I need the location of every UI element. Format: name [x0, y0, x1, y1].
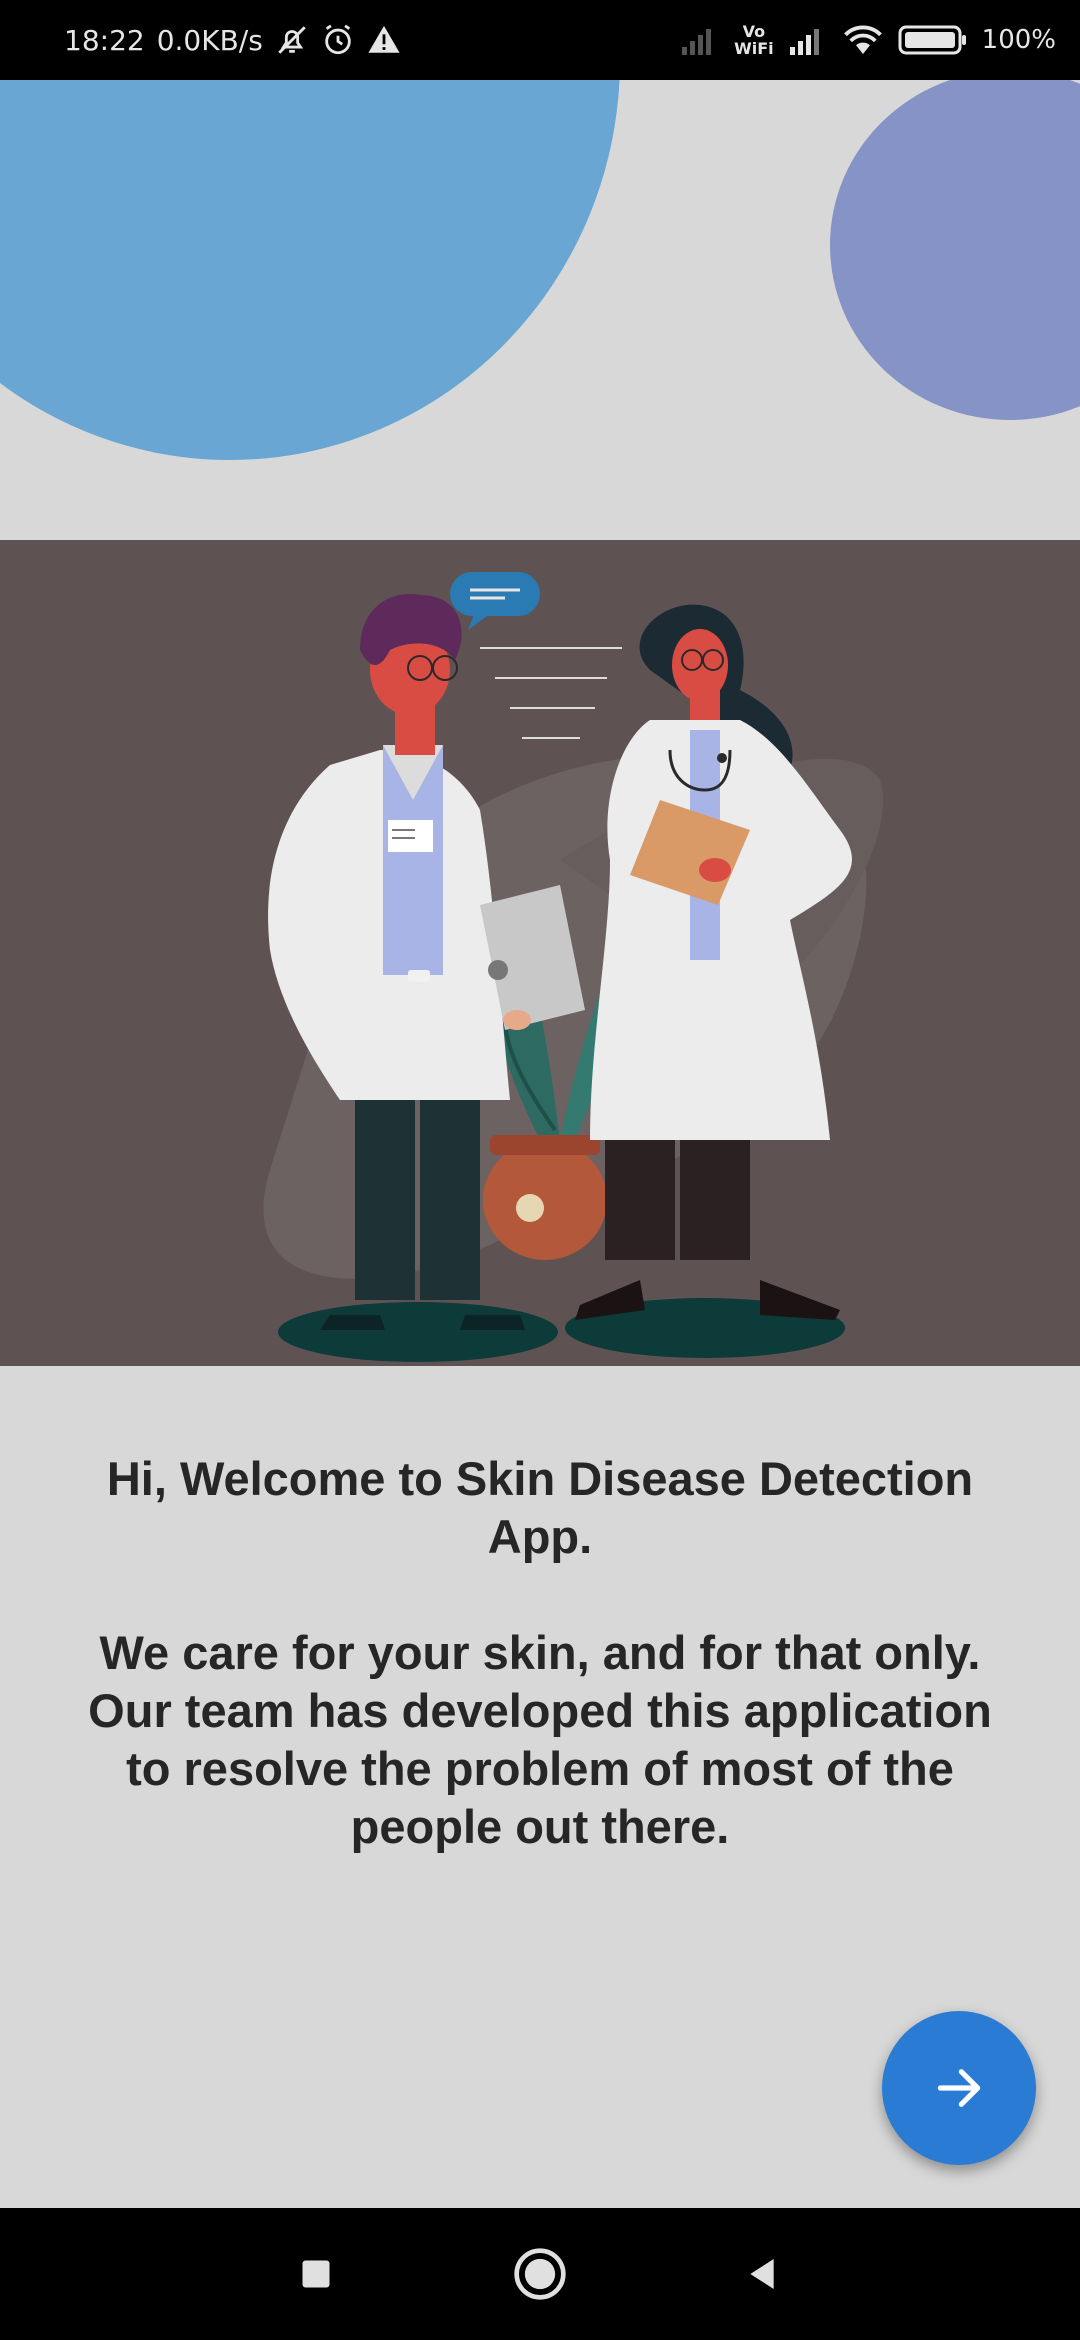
recents-square-icon [302, 2260, 330, 2288]
status-time: 18:22 [64, 23, 145, 57]
welcome-text: Hi, Welcome to Skin Disease Detection Ap… [70, 1450, 1010, 1856]
decorative-purple-circle [830, 80, 1080, 420]
back-triangle-icon [750, 2259, 774, 2289]
welcome-screen: Hi, Welcome to Skin Disease Detection Ap… [0, 80, 1080, 2208]
warning-icon [367, 23, 401, 57]
decorative-blue-circle [0, 80, 620, 460]
next-button[interactable] [882, 2011, 1036, 2165]
status-bar: 18:22 0.0KB/s Vo WiFi 100% [0, 0, 1080, 80]
battery-percent: 100% [981, 25, 1056, 55]
welcome-title: Hi, Welcome to Skin Disease Detection Ap… [106, 1452, 974, 1563]
signal-icon [788, 25, 828, 55]
doctors-illustration [0, 540, 1080, 1366]
welcome-body: We care for your skin, and for that only… [88, 1626, 992, 1853]
navigation-bar [0, 2208, 1080, 2340]
recents-button[interactable] [280, 2238, 352, 2310]
alarm-icon [321, 23, 355, 57]
vowifi-icon: Vo WiFi [734, 22, 774, 58]
back-button[interactable] [726, 2238, 798, 2310]
arrow-right-icon [937, 2069, 981, 2107]
battery-icon [898, 24, 968, 56]
mute-bell-icon [275, 23, 309, 57]
wifi-icon [842, 24, 884, 56]
status-net-speed: 0.0KB/s [156, 23, 263, 57]
home-button[interactable] [504, 2238, 576, 2310]
home-circle-icon [514, 2248, 566, 2300]
signal-icon [680, 25, 720, 55]
